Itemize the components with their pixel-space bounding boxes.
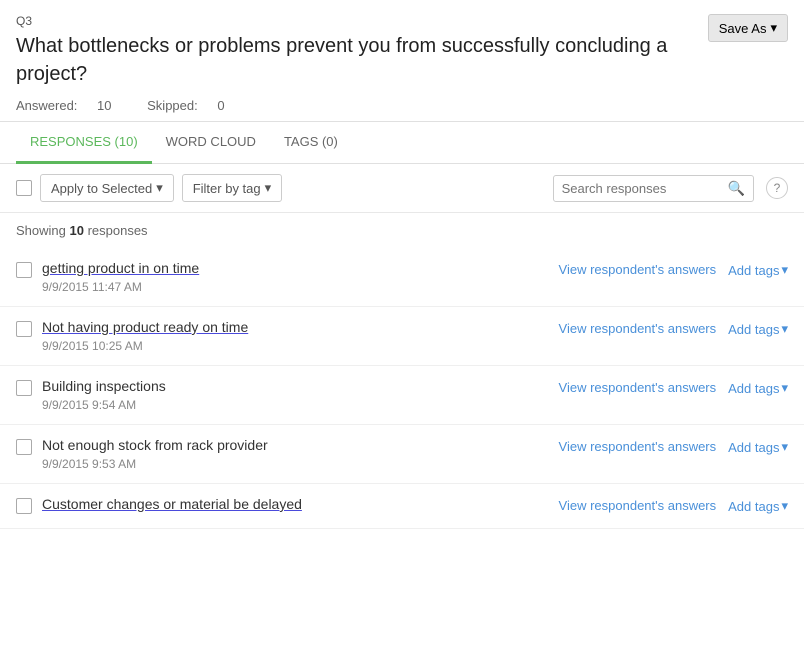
response-checkbox-2[interactable]: [16, 321, 32, 337]
response-list: getting product in on time 9/9/2015 11:4…: [0, 248, 804, 529]
view-respondent-link[interactable]: View respondent's answers: [559, 439, 717, 454]
apply-to-selected-button[interactable]: Apply to Selected ▾: [40, 174, 174, 202]
add-tags-button[interactable]: Add tags ▾: [728, 439, 788, 455]
showing-text: Showing 10 responses: [0, 213, 804, 248]
response-text: Customer changes or material be delayed: [42, 496, 549, 512]
response-date: 9/9/2015 9:54 AM: [42, 398, 549, 412]
add-tags-button[interactable]: Add tags ▾: [728, 262, 788, 278]
tab-wordcloud[interactable]: WORD CLOUD: [152, 122, 270, 164]
response-date: 9/9/2015 11:47 AM: [42, 280, 549, 294]
answered-stat: Answered: 10: [16, 98, 131, 113]
select-all-checkbox[interactable]: [16, 180, 32, 196]
response-checkbox-5[interactable]: [16, 498, 32, 514]
question-number: Q3: [16, 14, 788, 28]
search-box: 🔍: [553, 175, 754, 202]
view-respondent-link[interactable]: View respondent's answers: [559, 321, 717, 336]
tabs-bar: RESPONSES (10) WORD CLOUD TAGS (0): [0, 122, 804, 164]
add-tags-button[interactable]: Add tags ▾: [728, 380, 788, 396]
help-icon[interactable]: ?: [766, 177, 788, 199]
search-input[interactable]: [562, 181, 722, 196]
response-checkbox-1[interactable]: [16, 262, 32, 278]
table-row: getting product in on time 9/9/2015 11:4…: [0, 248, 804, 307]
filter-by-tag-button[interactable]: Filter by tag ▾: [182, 174, 282, 202]
apply-dropdown-icon: ▾: [156, 180, 163, 196]
response-text: Not having product ready on time: [42, 319, 549, 335]
response-date: 9/9/2015 10:25 AM: [42, 339, 549, 353]
view-respondent-link[interactable]: View respondent's answers: [559, 380, 717, 395]
add-tags-arrow-icon: ▾: [781, 262, 788, 278]
add-tags-arrow-icon: ▾: [781, 321, 788, 337]
save-as-button[interactable]: Save As ▾: [708, 14, 788, 42]
add-tags-arrow-icon: ▾: [781, 439, 788, 455]
add-tags-arrow-icon: ▾: [781, 380, 788, 396]
toolbar: Apply to Selected ▾ Filter by tag ▾ 🔍 ?: [0, 164, 804, 213]
save-as-label: Save As: [719, 21, 767, 36]
add-tags-button[interactable]: Add tags ▾: [728, 498, 788, 514]
response-checkbox-3[interactable]: [16, 380, 32, 396]
response-text: getting product in on time: [42, 260, 549, 276]
add-tags-arrow-icon: ▾: [781, 498, 788, 514]
table-row: Not enough stock from rack provider 9/9/…: [0, 425, 804, 484]
filter-dropdown-icon: ▾: [265, 180, 272, 196]
view-respondent-link[interactable]: View respondent's answers: [559, 262, 717, 277]
response-checkbox-4[interactable]: [16, 439, 32, 455]
table-row: Building inspections 9/9/2015 9:54 AM Vi…: [0, 366, 804, 425]
table-row: Not having product ready on time 9/9/201…: [0, 307, 804, 366]
table-row: Customer changes or material be delayed …: [0, 484, 804, 529]
search-icon: 🔍: [728, 180, 745, 197]
question-title: What bottlenecks or problems prevent you…: [16, 32, 788, 88]
tab-tags[interactable]: TAGS (0): [270, 122, 352, 164]
save-as-arrow-icon: ▾: [770, 20, 777, 36]
response-text: Building inspections: [42, 378, 549, 394]
response-text: Not enough stock from rack provider: [42, 437, 549, 453]
add-tags-button[interactable]: Add tags ▾: [728, 321, 788, 337]
tab-responses[interactable]: RESPONSES (10): [16, 122, 152, 164]
response-date: 9/9/2015 9:53 AM: [42, 457, 549, 471]
view-respondent-link[interactable]: View respondent's answers: [559, 498, 717, 513]
skipped-stat: Skipped: 0: [147, 98, 240, 113]
